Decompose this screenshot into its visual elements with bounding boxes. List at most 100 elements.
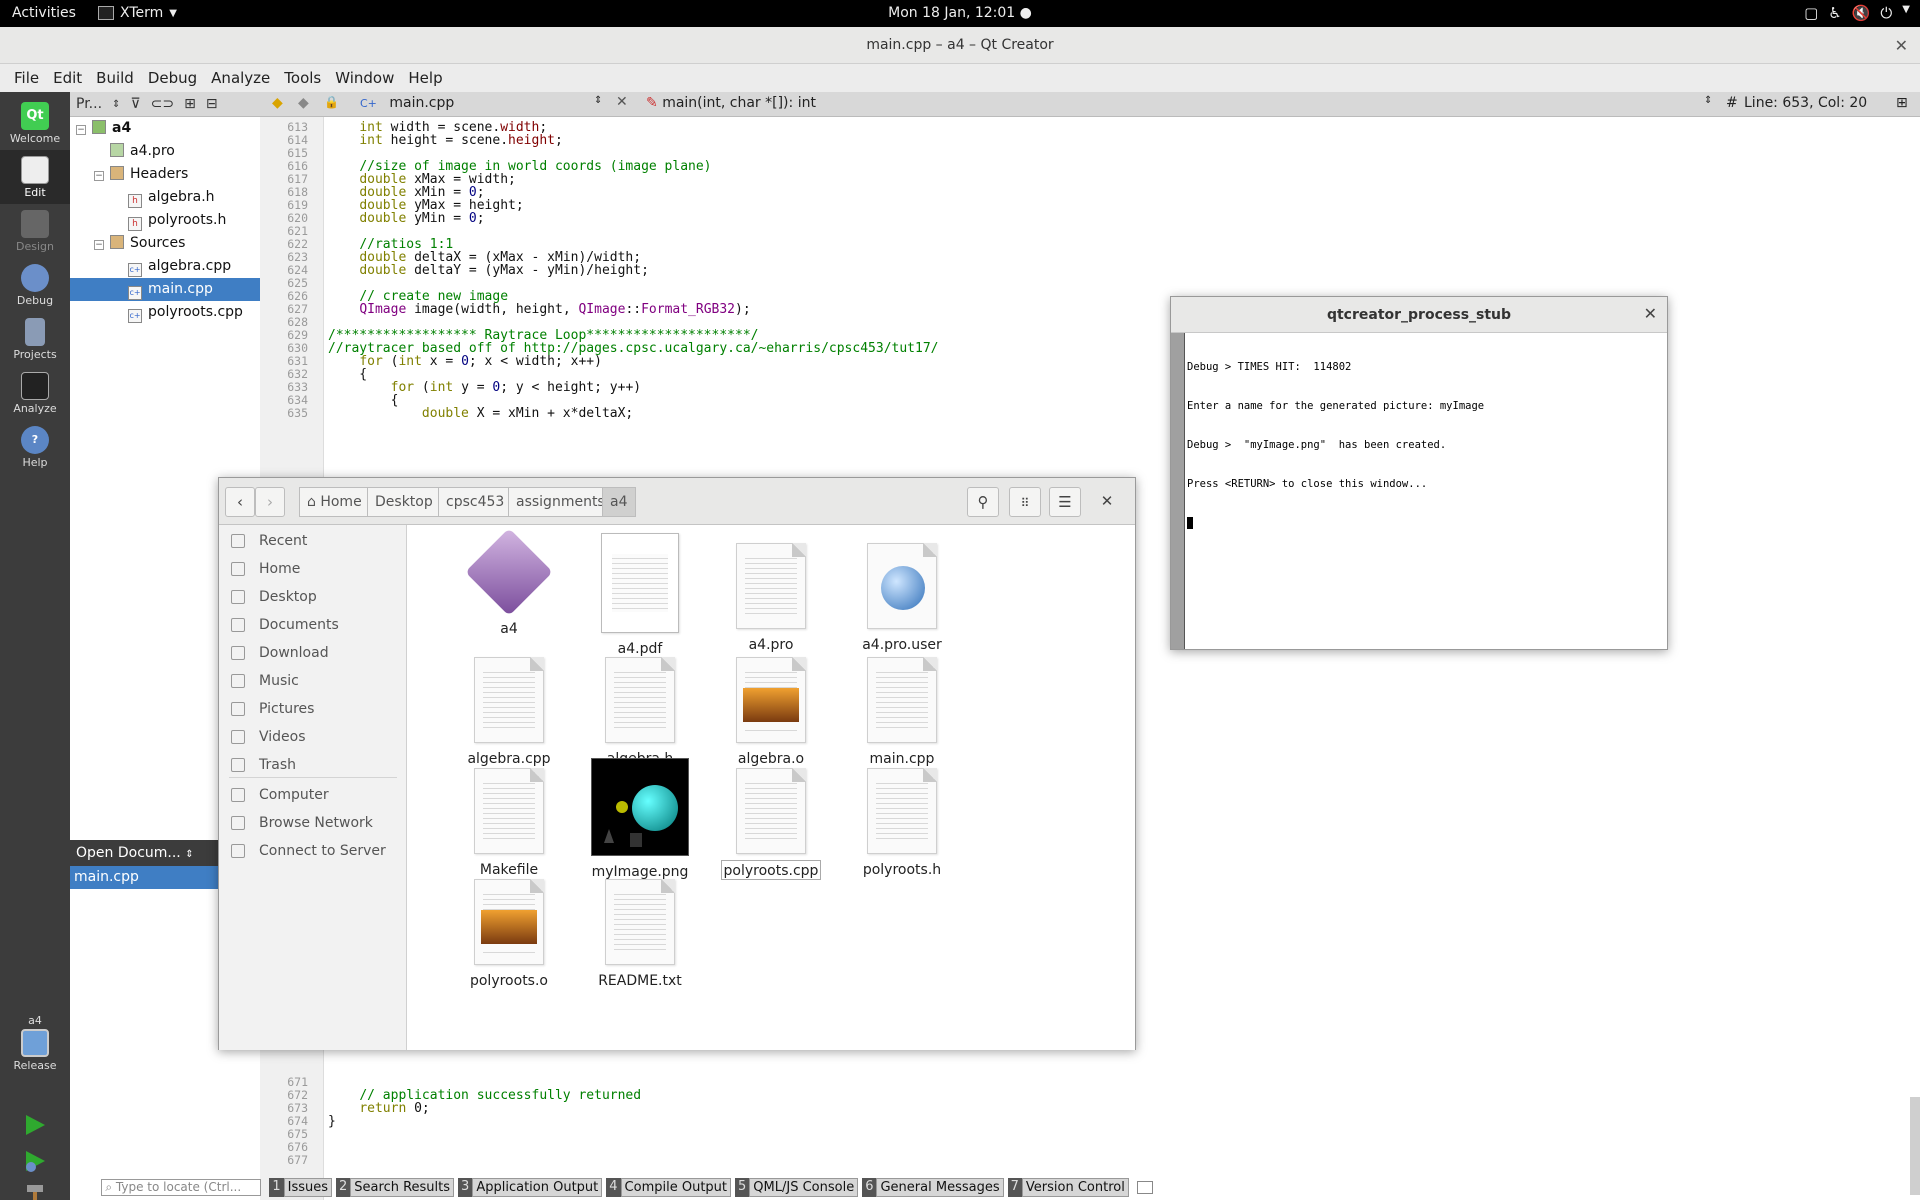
- debug-run-button[interactable]: [22, 1148, 48, 1174]
- output-tab-issues[interactable]: 1 Issues: [269, 1178, 333, 1197]
- breadcrumb-a4[interactable]: a4: [602, 487, 636, 517]
- forward-icon[interactable]: ◆: [298, 95, 309, 111]
- menu-edit[interactable]: Edit: [53, 69, 82, 87]
- close-icon[interactable]: ✕: [1895, 27, 1908, 64]
- breadcrumb-home[interactable]: ⌂ Home: [299, 487, 370, 517]
- close-pane-icon[interactable]: ⊟: [206, 96, 218, 112]
- editor-scrollbar[interactable]: [1910, 1097, 1920, 1195]
- output-tab-version-control[interactable]: 7 Version Control: [1007, 1178, 1129, 1197]
- sidebar-toggle-icon[interactable]: ◧: [82, 1181, 93, 1195]
- file-item-a4-pdf[interactable]: a4.pdf: [575, 533, 705, 659]
- close-document-icon[interactable]: ✕: [616, 94, 628, 110]
- symbol-selector[interactable]: ✎ main(int, char *[]): int: [646, 95, 816, 111]
- collapse-icon[interactable]: −: [94, 240, 104, 250]
- sidebar-item-home[interactable]: Home: [219, 555, 407, 583]
- menu-help[interactable]: Help: [408, 69, 442, 87]
- tree-item-a4-pro[interactable]: a4.pro: [70, 140, 260, 163]
- close-button[interactable]: ✕: [1091, 487, 1123, 517]
- menu-button[interactable]: ☰: [1049, 487, 1081, 517]
- app-menu[interactable]: XTerm ▼: [98, 5, 177, 21]
- output-tab-search-results[interactable]: 2 Search Results: [336, 1178, 455, 1197]
- mode-debug[interactable]: Debug: [0, 258, 70, 312]
- document-selector[interactable]: C+ main.cpp: [360, 95, 454, 111]
- forward-button[interactable]: ›: [255, 487, 285, 517]
- output-tab-general-messages[interactable]: 6 General Messages: [862, 1178, 1004, 1197]
- chevron-updown-icon[interactable]: ⇕: [112, 99, 120, 110]
- back-icon[interactable]: ◆: [272, 95, 283, 111]
- file-item-main-cpp[interactable]: main.cpp: [837, 647, 967, 769]
- menu-tools[interactable]: Tools: [284, 69, 321, 87]
- tree-item-polyroots-h[interactable]: h polyroots.h: [70, 209, 260, 232]
- sidebar-item-download[interactable]: Download: [219, 639, 407, 667]
- sidebar-item-recent[interactable]: Recent: [219, 527, 407, 555]
- close-icon[interactable]: ✕: [1644, 297, 1657, 331]
- output-tab-qml-js-console[interactable]: 5 QML/JS Console: [735, 1178, 859, 1197]
- run-button[interactable]: [22, 1112, 48, 1138]
- output-tab-application-output[interactable]: 3 Application Output: [458, 1178, 603, 1197]
- kit-selector[interactable]: a4 Release: [0, 1012, 70, 1082]
- build-button[interactable]: [22, 1182, 48, 1200]
- file-item-a4-pro-user[interactable]: a4.pro.user: [837, 533, 967, 655]
- sidebar-item-trash[interactable]: Trash: [219, 751, 407, 779]
- back-button[interactable]: ‹: [225, 487, 255, 517]
- menu-file[interactable]: File: [14, 69, 39, 87]
- file-item-makefile[interactable]: Makefile: [444, 758, 574, 880]
- tree-item-sources[interactable]: − Sources: [70, 232, 260, 255]
- sidebar-item-computer[interactable]: Computer: [219, 781, 407, 809]
- tree-item-polyroots-cpp[interactable]: c+ polyroots.cpp: [70, 301, 260, 324]
- activities-button[interactable]: Activities: [12, 5, 76, 21]
- mode-edit[interactable]: Edit: [0, 150, 70, 204]
- output-tab-compile-output[interactable]: 4 Compile Output: [606, 1178, 732, 1197]
- sidebar-item-documents[interactable]: Documents: [219, 611, 407, 639]
- terminal-scrollbar[interactable]: [1171, 333, 1185, 649]
- mode-welcome[interactable]: Qt Welcome: [0, 96, 70, 150]
- file-item-algebra-o[interactable]: algebra.o: [706, 647, 836, 769]
- file-item-polyroots-o[interactable]: polyroots.o: [444, 869, 574, 991]
- clock[interactable]: Mon 18 Jan, 12:01 ●: [0, 5, 1920, 21]
- project-view-selector[interactable]: Pr...: [76, 96, 102, 112]
- locator-input[interactable]: ⌕ Type to locate (Ctrl...: [101, 1179, 262, 1196]
- sidebar-item-videos[interactable]: Videos: [219, 723, 407, 751]
- cursor-position[interactable]: Line: 653, Col: 20: [1744, 95, 1867, 111]
- split-icon[interactable]: ⊞: [184, 96, 196, 112]
- view-grid-button[interactable]: ⠿: [1009, 487, 1041, 517]
- menu-window[interactable]: Window: [335, 69, 394, 87]
- chevron-updown-icon[interactable]: ⇕: [594, 95, 602, 106]
- system-tray[interactable]: ▢ ♿ 🔇 ⏻ ▼: [1804, 4, 1910, 22]
- mode-help[interactable]: ? Help: [0, 420, 70, 474]
- chevron-updown-icon[interactable]: ⇕: [1704, 95, 1712, 106]
- file-item-polyroots-cpp[interactable]: polyroots.cpp: [706, 758, 836, 880]
- file-item-myimage-png[interactable]: myImage.png: [575, 758, 705, 882]
- collapse-icon[interactable]: −: [94, 171, 104, 181]
- sidebar-item-browse-network[interactable]: Browse Network: [219, 809, 407, 837]
- breadcrumb-cpsc453[interactable]: cpsc453: [438, 487, 513, 517]
- mode-design[interactable]: Design: [0, 204, 70, 258]
- menu-analyze[interactable]: Analyze: [211, 69, 270, 87]
- sidebar-item-desktop[interactable]: Desktop: [219, 583, 407, 611]
- search-button[interactable]: ⚲: [967, 487, 999, 517]
- terminal-output[interactable]: Debug > TIMES HIT: 114802 Enter a name f…: [1187, 335, 1665, 647]
- breadcrumb-assignments[interactable]: assignments: [508, 487, 613, 517]
- sidebar-item-pictures[interactable]: Pictures: [219, 695, 407, 723]
- split-icon[interactable]: ⊞: [1896, 95, 1908, 111]
- filter-icon[interactable]: ⊽: [130, 96, 140, 112]
- tree-item-main-cpp[interactable]: c+ main.cpp: [70, 278, 260, 301]
- menu-debug[interactable]: Debug: [148, 69, 197, 87]
- tree-item-algebra-cpp[interactable]: c+ algebra.cpp: [70, 255, 260, 278]
- sidebar-item-connect-to-server[interactable]: Connect to Server: [219, 837, 407, 865]
- chevron-updown-icon[interactable]: ⇕: [1136, 1181, 1154, 1194]
- tree-item-a4[interactable]: − a4: [70, 117, 260, 140]
- file-item-a4-pro[interactable]: a4.pro: [706, 533, 836, 655]
- file-item-algebra-h[interactable]: algebra.h: [575, 647, 705, 769]
- file-item-polyroots-h[interactable]: polyroots.h: [837, 758, 967, 880]
- sidebar-item-music[interactable]: Music: [219, 667, 407, 695]
- mode-analyze[interactable]: Analyze: [0, 366, 70, 420]
- file-item-algebra-cpp[interactable]: algebra.cpp: [444, 647, 574, 769]
- tree-item-algebra-h[interactable]: h algebra.h: [70, 186, 260, 209]
- mode-projects[interactable]: Projects: [0, 312, 70, 366]
- breadcrumb-desktop[interactable]: Desktop: [367, 487, 441, 517]
- file-item-readme-txt[interactable]: README.txt: [575, 869, 705, 991]
- file-item-a4[interactable]: a4: [444, 528, 574, 639]
- menu-build[interactable]: Build: [96, 69, 134, 87]
- link-icon[interactable]: ⊂⊃: [151, 96, 174, 112]
